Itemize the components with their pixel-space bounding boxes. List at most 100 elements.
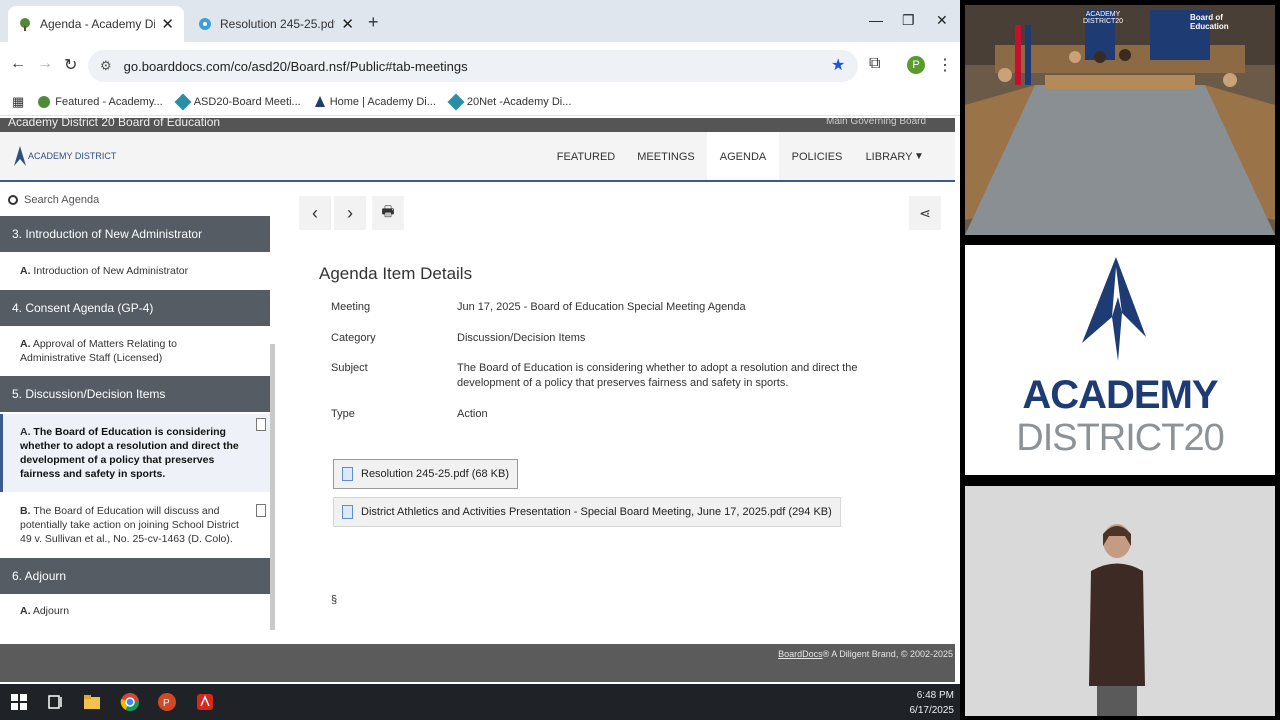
section-header[interactable]: 5. Discussion/Decision Items — [0, 376, 270, 412]
section-header[interactable]: 3. Introduction of New Administrator — [0, 216, 270, 252]
menu-kebab-icon[interactable]: ⋮ — [937, 55, 953, 75]
tab-agenda[interactable]: Agenda - Academy District 20 l ✕ — [8, 6, 184, 42]
chevron-down-icon[interactable]: ▼ — [912, 132, 926, 180]
tab-title: Agenda - Academy District 20 l — [40, 17, 156, 31]
section-header[interactable]: 4. Consent Agenda (GP-4) — [0, 290, 270, 326]
site-footer: BoardDocs® A Diligent Brand, © 2002-2025 — [0, 644, 955, 682]
logo-word-academy: ACADEMY — [1022, 373, 1218, 417]
tree-icon — [38, 95, 51, 108]
type-value: Action — [457, 408, 488, 420]
close-icon[interactable]: ✕ — [341, 15, 354, 33]
chrome-icon[interactable] — [120, 692, 140, 712]
document-icon[interactable] — [256, 418, 266, 431]
address-bar[interactable]: ⚙ go.boarddocs.com/co/asd20/Board.nsf/Pu… — [88, 50, 858, 82]
taskbar: P 6:48 PM 6/17/2025 — [0, 684, 960, 720]
nav-meetings[interactable]: MEETINGS — [632, 132, 700, 180]
attachment-link[interactable]: Resolution 245-25.pdf (68 KB) — [333, 459, 518, 489]
svg-text:P: P — [163, 698, 170, 709]
search-agenda-field[interactable]: Search Agenda — [0, 184, 270, 216]
extensions-icon[interactable]: ⧉ — [869, 55, 880, 73]
bookmarks-bar: ▦ Featured - Academy... ASD20-Board Meet… — [0, 88, 960, 116]
screen: Agenda - Academy District 20 l ✕ Resolut… — [0, 0, 1280, 720]
type-label: Type — [331, 408, 355, 420]
share-icon[interactable]: ⋖ — [909, 196, 941, 230]
agenda-item[interactable]: B. The Board of Education will discuss a… — [0, 500, 270, 546]
pdf-globe-icon — [199, 18, 211, 30]
apps-grid-icon[interactable]: ▦ — [12, 94, 24, 110]
diamond-icon — [174, 93, 192, 110]
acrobat-icon[interactable] — [195, 692, 215, 712]
agenda-item[interactable]: A. Approval of Matters Relating to Admin… — [0, 337, 270, 365]
agenda-item[interactable]: A. Introduction of New Administrator — [0, 264, 270, 278]
tab-resolution-pdf[interactable]: Resolution 245-25.pdf ✕ — [188, 6, 364, 42]
scrollbar[interactable] — [270, 344, 275, 630]
nav-policies[interactable]: POLICIES — [784, 132, 850, 180]
section-header[interactable]: 6. Adjourn — [0, 558, 270, 594]
board-selector[interactable]: Main Governing Board — [826, 118, 926, 127]
meeting-value: Jun 17, 2025 - Board of Education Specia… — [457, 301, 746, 313]
speaker-video-feed — [965, 486, 1275, 716]
new-tab-icon[interactable]: + — [368, 12, 379, 33]
logo-word-district: DISTRICT20 — [1016, 417, 1224, 459]
category-value: Discussion/Decision Items — [457, 332, 586, 344]
category-label: Category — [331, 332, 376, 344]
agenda-item-selected[interactable]: A. The Board of Education is considering… — [0, 414, 270, 492]
site-top-bar: Academy District 20 Board of Education M… — [0, 118, 955, 132]
bookmark-star-icon[interactable]: ★ — [831, 55, 845, 75]
agenda-sidebar: Search Agenda 3. Introduction of New Adm… — [0, 184, 276, 632]
tab-strip: Agenda - Academy District 20 l ✕ Resolut… — [0, 0, 960, 42]
back-icon[interactable]: ← — [10, 55, 26, 73]
restore-icon[interactable]: ❐ — [902, 12, 915, 29]
forward-icon[interactable]: → — [37, 55, 53, 73]
agenda-item[interactable]: A. Adjourn — [0, 604, 270, 618]
tab-title: Resolution 245-25.pdf — [220, 17, 336, 31]
bookmark-featured[interactable]: Featured - Academy... — [38, 95, 163, 108]
nav-agenda[interactable]: AGENDA — [707, 132, 779, 180]
bookmark-asd20-board[interactable]: ASD20-Board Meeti... — [174, 93, 301, 110]
close-icon[interactable]: ✕ — [161, 15, 174, 33]
print-icon[interactable]: 🖶 — [372, 196, 404, 230]
document-icon[interactable] — [256, 504, 266, 517]
academy-logo-icon — [314, 96, 325, 107]
window-close-icon[interactable]: ✕ — [936, 12, 948, 29]
board-room-image — [965, 5, 1275, 235]
reload-icon[interactable]: ↻ — [64, 55, 77, 75]
diamond-icon — [447, 93, 465, 110]
file-explorer-icon[interactable] — [82, 692, 102, 712]
search-placeholder: Search Agenda — [24, 194, 100, 206]
attachment-link[interactable]: District Athletics and Activities Presen… — [333, 497, 841, 527]
minimize-icon[interactable]: — — [869, 12, 883, 28]
paragraph-mark: § — [331, 594, 338, 606]
previous-icon[interactable]: ‹ — [299, 196, 331, 230]
subject-value: The Board of Education is considering wh… — [457, 362, 858, 389]
browser-window: Agenda - Academy District 20 l ✕ Resolut… — [0, 0, 960, 720]
site-logo[interactable]: ACADEMY DISTRICT — [14, 146, 116, 166]
page-title: Agenda Item Details — [319, 264, 473, 283]
bookmark-20net[interactable]: 20Net -Academy Di... — [447, 93, 571, 110]
site-nav: ACADEMY DISTRICT FEATURED MEETINGS AGEND… — [0, 132, 955, 182]
toolbar: ← → ↻ ⚙ go.boarddocs.com/co/asd20/Board.… — [0, 42, 960, 88]
tree-icon — [20, 18, 30, 31]
district-logo-feed: ACADEMY DISTRICT20 — [965, 245, 1275, 475]
nav-library[interactable]: LIBRARY — [862, 132, 916, 180]
boarddocs-link[interactable]: BoardDocs — [778, 649, 823, 659]
speaker-image — [965, 486, 1275, 716]
room-sign: Board of Education — [1190, 13, 1229, 31]
powerpoint-icon[interactable]: P — [157, 692, 177, 712]
url-text: go.boarddocs.com/co/asd20/Board.nsf/Publ… — [123, 58, 468, 74]
next-icon[interactable]: › — [334, 196, 366, 230]
system-clock[interactable]: 6:48 PM 6/17/2025 — [910, 688, 955, 718]
bookmark-home[interactable]: Home | Academy Di... — [314, 96, 436, 108]
search-icon — [8, 195, 18, 205]
board-room-video-feed: ACADEMY DISTRICT20 Board of Education — [965, 5, 1275, 235]
org-name: Academy District 20 Board of Education — [8, 118, 221, 129]
profile-avatar[interactable]: P — [907, 56, 925, 74]
footer-text: BoardDocs® A Diligent Brand, © 2002-2025 — [778, 649, 953, 659]
nav-featured[interactable]: FEATURED — [552, 132, 620, 180]
meeting-label: Meeting — [331, 301, 371, 313]
agenda-item-details: ‹ › 🖶 ⋖ Agenda Item Details Meeting Jun … — [278, 184, 955, 632]
task-view-icon[interactable] — [45, 692, 65, 712]
site-info-icon[interactable]: ⚙ — [100, 58, 112, 74]
subject-label: Subject — [331, 362, 368, 374]
windows-start-icon[interactable] — [9, 692, 29, 712]
